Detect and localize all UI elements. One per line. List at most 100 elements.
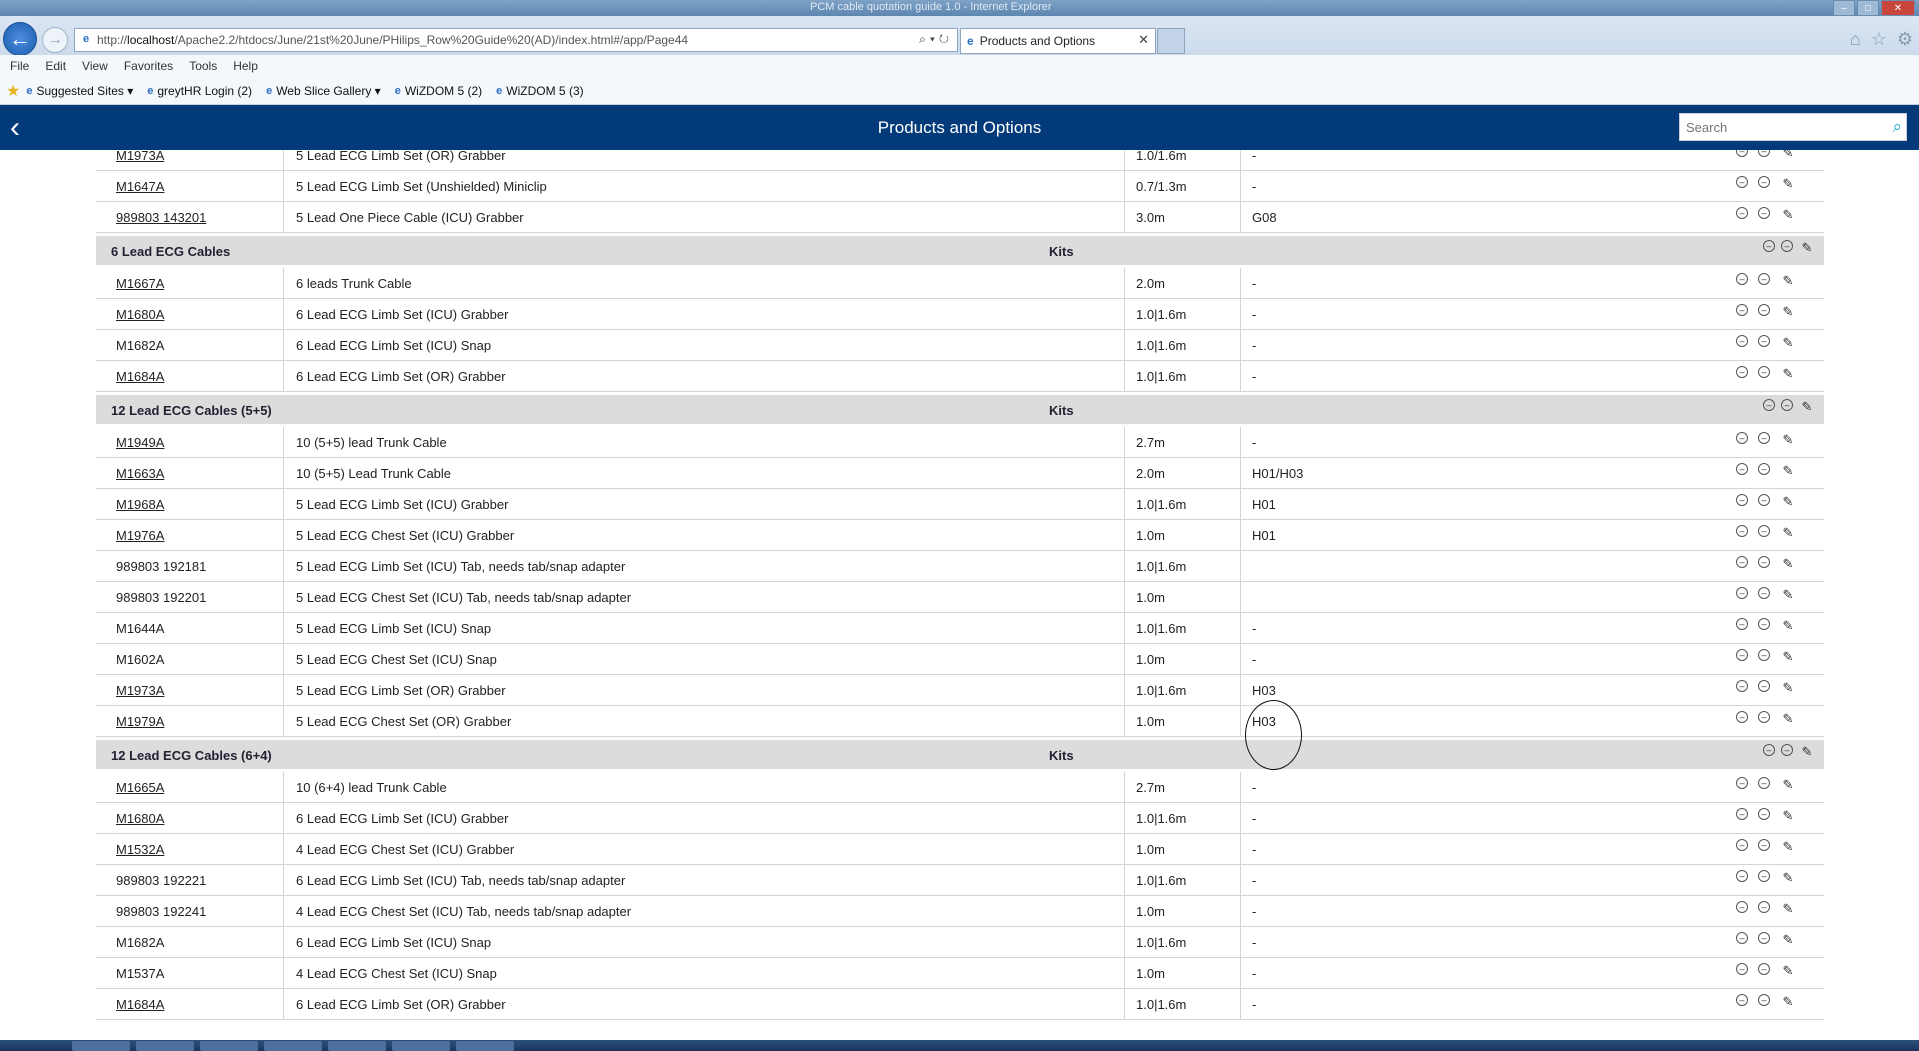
edit-icon[interactable]: ✎ [1780,176,1796,192]
remove-circle-icon[interactable]: – [1736,525,1748,537]
product-code-link[interactable]: M1976A [116,528,164,543]
fav-wizdom-3[interactable]: e WiZDOM 5 (3) [496,84,583,98]
search-input[interactable] [1680,114,1882,140]
remove-circle-icon[interactable]: – [1758,839,1770,851]
remove-circle-icon[interactable]: – [1758,711,1770,723]
product-code-link[interactable]: M1665A [116,780,164,795]
remove-circle-icon[interactable]: – [1736,273,1748,285]
edit-icon[interactable]: ✎ [1780,366,1796,382]
remove-circle-icon[interactable]: – [1758,680,1770,692]
taskbar-app-button[interactable] [72,1041,130,1051]
remove-circle-icon[interactable]: – [1736,150,1748,157]
edit-icon[interactable]: ✎ [1799,399,1815,415]
product-code-link[interactable]: M1680A [116,811,164,826]
remove-circle-icon[interactable]: – [1763,240,1775,252]
remove-circle-icon[interactable]: – [1758,556,1770,568]
new-tab-button[interactable] [1157,28,1185,54]
edit-icon[interactable]: ✎ [1780,207,1796,223]
remove-circle-icon[interactable]: – [1758,463,1770,475]
dropdown-icon[interactable]: ▾ [930,32,939,46]
remove-circle-icon[interactable]: – [1758,207,1770,219]
maximize-icon[interactable]: □ [1857,0,1879,16]
favorites-star-icon[interactable]: ☆ [1871,29,1887,50]
edit-icon[interactable]: ✎ [1780,808,1796,824]
remove-circle-icon[interactable]: – [1758,777,1770,789]
edit-icon[interactable]: ✎ [1780,901,1796,917]
remove-circle-icon[interactable]: – [1736,176,1748,188]
edit-icon[interactable]: ✎ [1780,994,1796,1010]
remove-circle-icon[interactable]: – [1758,366,1770,378]
edit-icon[interactable]: ✎ [1780,525,1796,541]
edit-icon[interactable]: ✎ [1780,556,1796,572]
close-window-icon[interactable]: ✕ [1881,0,1915,16]
remove-circle-icon[interactable]: – [1758,150,1770,157]
menu-edit[interactable]: Edit [45,59,66,73]
remove-circle-icon[interactable]: – [1758,273,1770,285]
remove-circle-icon[interactable]: – [1736,777,1748,789]
menu-file[interactable]: File [10,59,29,73]
product-code-link[interactable]: M1684A [116,369,164,384]
remove-circle-icon[interactable]: – [1758,176,1770,188]
remove-circle-icon[interactable]: – [1736,649,1748,661]
remove-circle-icon[interactable]: – [1736,366,1748,378]
product-code-link[interactable]: M1973A [116,150,164,163]
remove-circle-icon[interactable]: – [1736,207,1748,219]
remove-circle-icon[interactable]: – [1758,649,1770,661]
home-icon[interactable]: ⌂ [1850,29,1861,50]
edit-icon[interactable]: ✎ [1780,587,1796,603]
favorites-star-icon[interactable]: ★ [6,81,20,101]
edit-icon[interactable]: ✎ [1780,870,1796,886]
remove-circle-icon[interactable]: – [1736,870,1748,882]
remove-circle-icon[interactable]: – [1736,839,1748,851]
remove-circle-icon[interactable]: – [1763,744,1775,756]
edit-icon[interactable]: ✎ [1780,494,1796,510]
taskbar-app-button[interactable] [328,1041,386,1051]
remove-circle-icon[interactable]: – [1758,963,1770,975]
product-code-link[interactable]: M1684A [116,997,164,1012]
url-text[interactable]: http://localhost/Apache2.2/htdocs/June/2… [97,33,688,47]
remove-circle-icon[interactable]: – [1736,335,1748,347]
menu-view[interactable]: View [82,59,108,73]
tab-close-icon[interactable]: ✕ [1138,32,1149,48]
edit-icon[interactable]: ✎ [1780,273,1796,289]
remove-circle-icon[interactable]: – [1736,494,1748,506]
remove-circle-icon[interactable]: – [1736,463,1748,475]
edit-icon[interactable]: ✎ [1780,777,1796,793]
settings-gear-icon[interactable]: ⚙ [1897,29,1913,50]
fav-web-slice-gallery[interactable]: e Web Slice Gallery ▾ [266,84,381,98]
edit-icon[interactable]: ✎ [1780,618,1796,634]
edit-icon[interactable]: ✎ [1780,150,1796,161]
fav-suggested-sites[interactable]: e Suggested Sites ▾ [26,84,133,98]
taskbar-app-button[interactable] [392,1041,450,1051]
remove-circle-icon[interactable]: – [1758,587,1770,599]
browser-back-button[interactable]: ← [3,22,37,56]
remove-circle-icon[interactable]: – [1758,525,1770,537]
search-icon[interactable]: ⌕ [1892,117,1902,137]
browser-forward-button[interactable]: → [42,27,68,53]
remove-circle-icon[interactable]: – [1736,556,1748,568]
product-code-link[interactable]: M1667A [116,276,164,291]
remove-circle-icon[interactable]: – [1736,587,1748,599]
remove-circle-icon[interactable]: – [1736,994,1748,1006]
remove-circle-icon[interactable]: – [1736,963,1748,975]
edit-icon[interactable]: ✎ [1780,963,1796,979]
edit-icon[interactable]: ✎ [1780,932,1796,948]
remove-circle-icon[interactable]: – [1758,901,1770,913]
remove-circle-icon[interactable]: – [1736,680,1748,692]
menu-tools[interactable]: Tools [189,59,217,73]
remove-circle-icon[interactable]: – [1736,808,1748,820]
refresh-icon[interactable]: ↻ [939,32,953,46]
product-code-link[interactable]: M1663A [116,466,164,481]
edit-icon[interactable]: ✎ [1780,839,1796,855]
edit-icon[interactable]: ✎ [1780,335,1796,351]
remove-circle-icon[interactable]: – [1763,399,1775,411]
product-code-link[interactable]: M1680A [116,307,164,322]
url-field[interactable]: e http://localhost/Apache2.2/htdocs/June… [74,28,958,52]
remove-circle-icon[interactable]: – [1758,618,1770,630]
product-code-link[interactable]: M1973A [116,683,164,698]
product-code-link[interactable]: 989803 143201 [116,210,206,225]
remove-circle-icon[interactable]: – [1736,432,1748,444]
remove-circle-icon[interactable]: – [1758,994,1770,1006]
remove-circle-icon[interactable]: – [1736,304,1748,316]
remove-circle-icon[interactable]: – [1758,870,1770,882]
